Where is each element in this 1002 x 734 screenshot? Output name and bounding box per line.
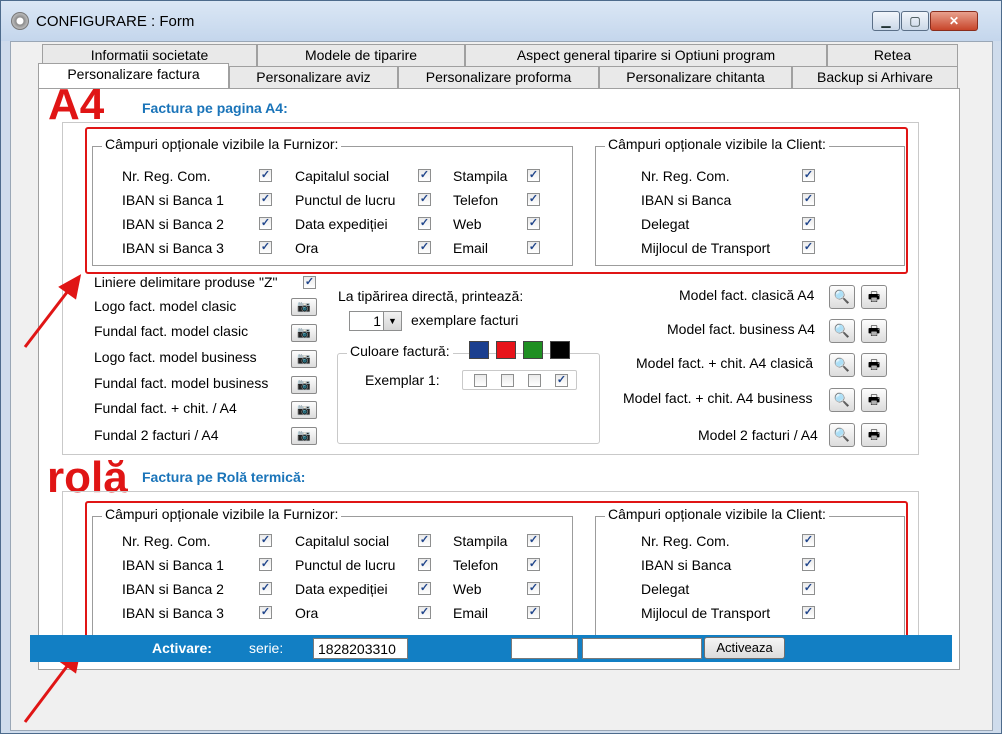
annotation-arrows: [23, 274, 82, 723]
arrow-rola-line: [23, 660, 73, 723]
activation-bar: Activare: serie: Activeaza: [30, 635, 952, 662]
activation-field-3[interactable]: [582, 638, 702, 659]
activation-field-2[interactable]: [511, 638, 578, 659]
window: CONFIGURARE : Form ▁ ▢ ✕ Informatii soci…: [0, 0, 1002, 734]
activeaza-button[interactable]: Activeaza: [704, 637, 785, 659]
arrow-a4-line: [23, 286, 73, 348]
activation-title: Activare:: [152, 640, 212, 656]
serie-input[interactable]: [313, 638, 408, 659]
tab-personalizare-factura[interactable]: Personalizare factura: [38, 63, 229, 88]
serie-label: serie:: [249, 640, 284, 656]
arrow-a4-head: [58, 274, 82, 300]
